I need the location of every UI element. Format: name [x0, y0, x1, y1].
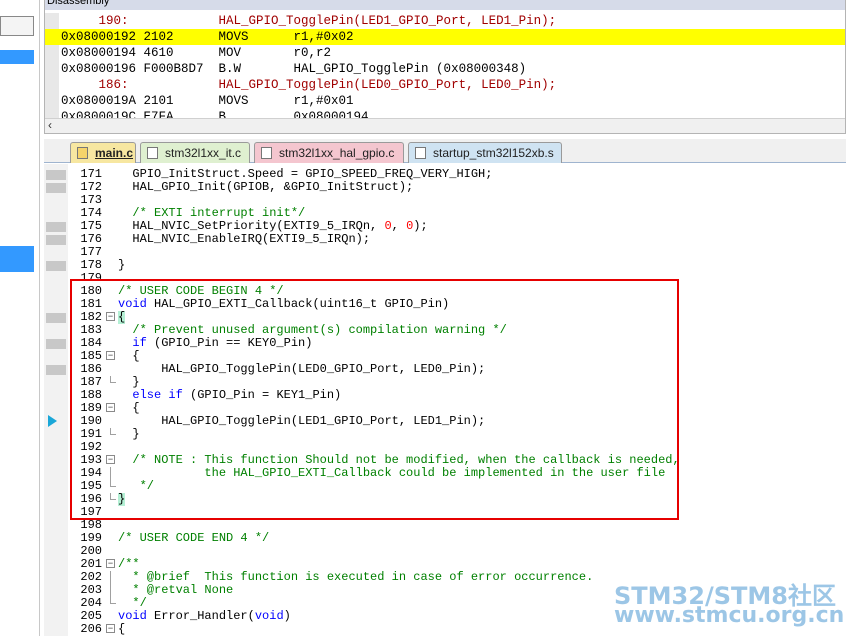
code-text: HAL_NVIC_EnableIRQ(EXTI9_5_IRQn); — [118, 232, 371, 246]
code-coverage-mark — [46, 365, 66, 375]
code-text: } — [118, 258, 126, 272]
disassembly-scrollbar[interactable]: ‹ — [45, 118, 845, 133]
tab-stm32l1xx-it-c[interactable]: stm32l1xx_it.c — [140, 142, 250, 163]
code-line[interactable]: 177 — [44, 246, 846, 259]
project-panel — [0, 0, 40, 636]
watermark-url: www.stmcu.org.cn — [614, 603, 845, 628]
disassembly-row[interactable]: 0x08000194 4610 MOV r0,r2 — [45, 45, 845, 61]
scroll-left-icon[interactable]: ‹ — [48, 118, 52, 132]
fold-line — [110, 584, 111, 597]
code-coverage-mark — [46, 183, 66, 193]
project-panel-selection-2[interactable] — [0, 246, 34, 272]
annotation-highlight-box — [70, 279, 679, 520]
code-coverage-mark — [46, 261, 66, 271]
file-icon — [77, 147, 88, 159]
code-line[interactable]: 176 HAL_NVIC_EnableIRQ(EXTI9_5_IRQn); — [44, 233, 846, 246]
disassembly-gutter — [45, 77, 59, 93]
project-panel-box[interactable] — [0, 16, 34, 36]
tab-label: startup_stm32l152xb.s — [433, 146, 554, 160]
disassembly-gutter — [45, 45, 59, 61]
disassembly-row[interactable]: 0x08000196 F000B8D7 B.W HAL_GPIO_ToggleP… — [45, 61, 845, 77]
code-text: void Error_Handler(void) — [118, 609, 291, 623]
disassembly-gutter — [45, 29, 59, 45]
fold-toggle-icon[interactable]: − — [106, 624, 115, 633]
disassembly-text: 186: HAL_GPIO_TogglePin(LED0_GPIO_Port, … — [61, 78, 557, 92]
editor-tab-bar: main.c stm32l1xx_it.c stm32l1xx_hal_gpio… — [44, 139, 846, 163]
tab-label: stm32l1xx_hal_gpio.c — [279, 146, 395, 160]
disassembly-window: Disassembly 190: HAL_GPIO_TogglePin(LED1… — [44, 0, 846, 134]
disassembly-row[interactable]: 186: HAL_GPIO_TogglePin(LED0_GPIO_Port, … — [45, 77, 845, 93]
disassembly-row[interactable]: 0x08000192 2102 MOVS r1,#0x02 — [45, 29, 845, 45]
code-line[interactable]: 178} — [44, 259, 846, 272]
code-line[interactable]: 199/* USER CODE END 4 */ — [44, 532, 846, 545]
disassembly-gutter — [45, 13, 59, 29]
fold-line — [110, 571, 111, 584]
code-line[interactable]: 200 — [44, 545, 846, 558]
fold-toggle-icon[interactable]: − — [106, 559, 115, 568]
disassembly-gutter — [45, 93, 59, 109]
code-line[interactable]: 172 HAL_GPIO_Init(GPIOB, &GPIO_InitStruc… — [44, 181, 846, 194]
line-number: 206 — [80, 622, 102, 636]
fold-end — [110, 597, 116, 604]
code-coverage-mark — [46, 170, 66, 180]
code-coverage-mark — [46, 339, 66, 349]
disassembly-row[interactable]: 190: HAL_GPIO_TogglePin(LED1_GPIO_Port, … — [45, 13, 845, 29]
code-coverage-mark — [46, 222, 66, 232]
file-icon — [147, 147, 158, 159]
code-coverage-mark — [46, 313, 66, 323]
disassembly-text: 0x08000194 4610 MOV r0,r2 — [61, 46, 332, 60]
tab-stm32l1xx-hal-gpio-c[interactable]: stm32l1xx_hal_gpio.c — [254, 142, 404, 163]
project-panel-selection-1[interactable] — [0, 50, 34, 64]
tab-label: main.c — [95, 146, 134, 160]
code-coverage-mark — [46, 235, 66, 245]
code-text: HAL_GPIO_Init(GPIOB, &GPIO_InitStruct); — [118, 180, 414, 194]
file-icon — [415, 147, 426, 159]
disassembly-text: 0x08000196 F000B8D7 B.W HAL_GPIO_ToggleP… — [61, 62, 527, 76]
disassembly-text: 0x08000192 2102 MOVS r1,#0x02 — [61, 30, 354, 44]
disassembly-title: Disassembly — [45, 0, 845, 10]
code-text: /* USER CODE END 4 */ — [118, 531, 270, 545]
code-text: { — [118, 622, 126, 636]
tab-main-c[interactable]: main.c — [70, 142, 136, 163]
current-line-arrow-icon — [48, 415, 57, 427]
disassembly-text: 0x0800019A 2101 MOVS r1,#0x01 — [61, 94, 354, 108]
tab-startup-stm32l152xb-s[interactable]: startup_stm32l152xb.s — [408, 142, 562, 163]
disassembly-gutter — [45, 61, 59, 77]
disassembly-row[interactable]: 0x0800019A 2101 MOVS r1,#0x01 — [45, 93, 845, 109]
disassembly-text: 190: HAL_GPIO_TogglePin(LED1_GPIO_Port, … — [61, 14, 557, 28]
tab-label: stm32l1xx_it.c — [165, 146, 242, 160]
file-icon — [261, 147, 272, 159]
